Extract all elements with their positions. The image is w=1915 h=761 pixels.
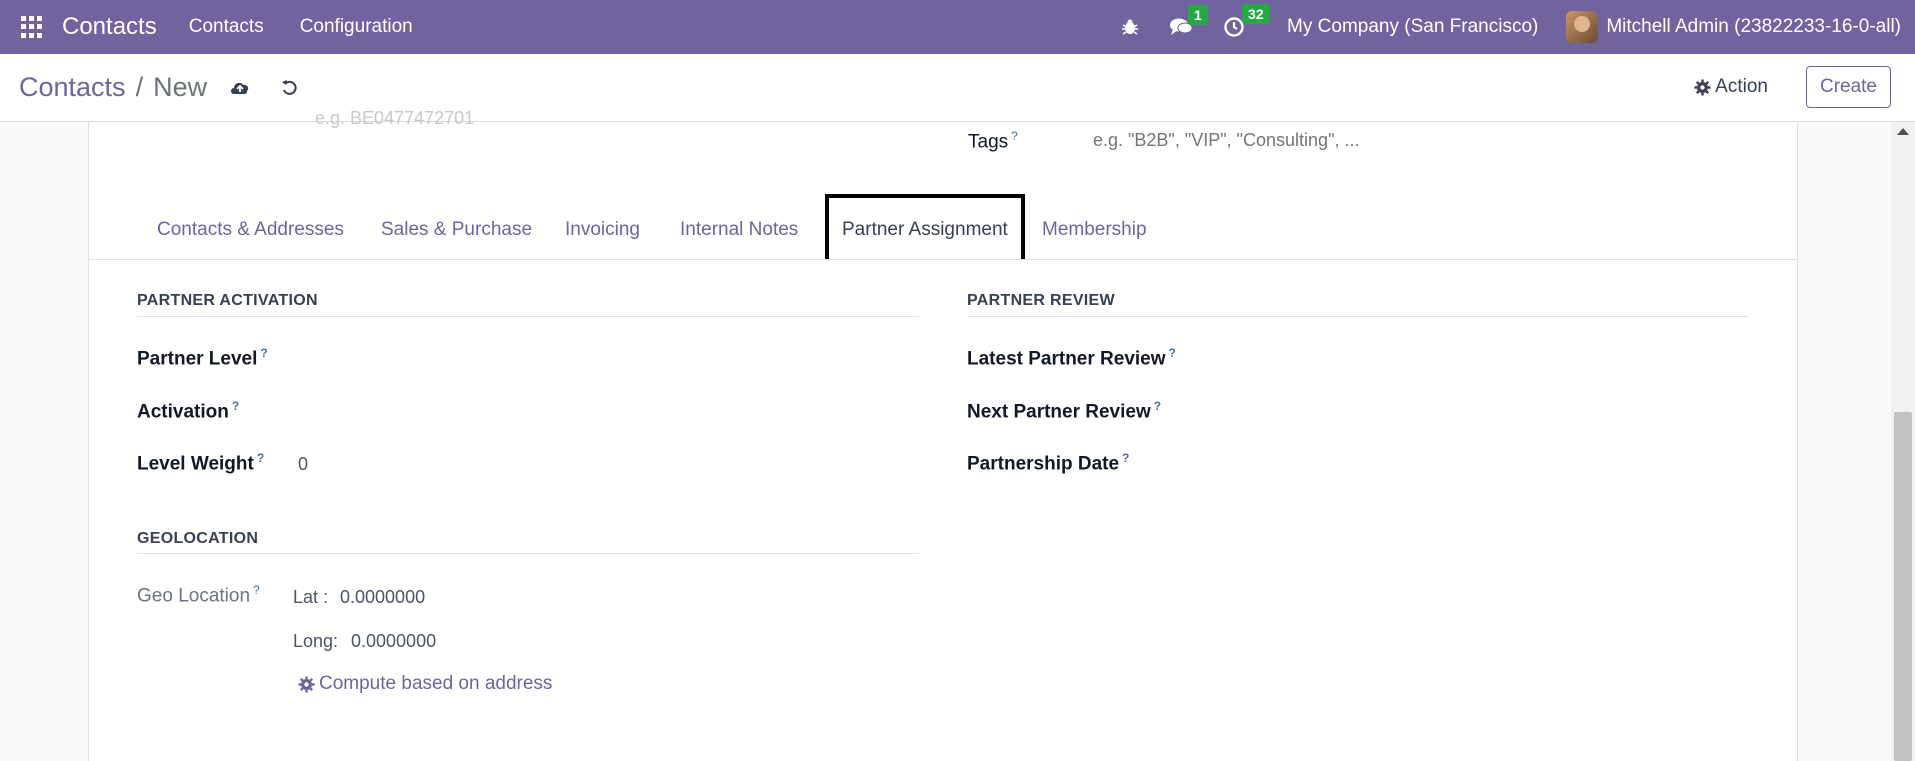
nav-configuration[interactable]: Configuration: [300, 16, 413, 38]
create-button[interactable]: Create: [1805, 66, 1891, 108]
activities-count-badge: 32: [1242, 4, 1270, 24]
partner-level-label: Partner Level?: [137, 346, 268, 370]
apps-menu-icon[interactable]: [21, 16, 43, 38]
scroll-up-arrow-icon[interactable]: [1897, 128, 1909, 135]
latitude-value[interactable]: 0.0000000: [340, 587, 425, 608]
help-icon[interactable]: ?: [232, 399, 239, 413]
tab-membership[interactable]: Membership: [1042, 194, 1147, 260]
compute-label: Compute based on address: [319, 673, 553, 694]
breadcrumb-contacts-link[interactable]: Contacts: [19, 72, 126, 103]
section-divider: [137, 553, 919, 554]
messages-count-badge: 1: [1188, 5, 1208, 25]
partner-review-heading: PARTNER REVIEW: [967, 292, 1115, 309]
debug-bug-icon[interactable]: [1121, 18, 1139, 36]
latest-partner-review-label: Latest Partner Review?: [967, 346, 1176, 370]
next-partner-review-label: Next Partner Review?: [967, 399, 1162, 423]
activation-label: Activation?: [137, 399, 240, 423]
help-icon[interactable]: ?: [253, 583, 260, 597]
scroll-thumb[interactable]: [1894, 412, 1912, 761]
top-navbar: Contacts Contacts Configuration 1 32 My …: [0, 0, 1915, 54]
app-brand[interactable]: Contacts: [62, 13, 157, 41]
tags-label: Tags?: [968, 129, 1018, 153]
longitude-value[interactable]: 0.0000000: [351, 631, 436, 652]
help-icon[interactable]: ?: [1169, 346, 1176, 360]
user-name: Mitchell Admin (23822233-16-0-all): [1606, 16, 1901, 37]
tab-invoicing[interactable]: Invoicing: [565, 194, 640, 260]
geolocation-heading: GEOLOCATION: [137, 530, 259, 547]
user-menu[interactable]: Mitchell Admin (23822233-16-0-all): [1566, 11, 1901, 43]
control-panel: Contacts / New Action Create: [0, 54, 1915, 122]
avatar: [1566, 11, 1599, 43]
nav-contacts[interactable]: Contacts: [189, 16, 264, 38]
company-switcher[interactable]: My Company (San Francisco): [1287, 16, 1538, 38]
discard-undo-icon[interactable]: [281, 79, 299, 97]
breadcrumb-separator: /: [135, 72, 144, 102]
action-button[interactable]: Action: [1694, 76, 1768, 98]
partnership-date-label: Partnership Date?: [967, 451, 1130, 475]
compute-based-on-address-button[interactable]: Compute based on address: [298, 673, 552, 695]
activities-clock-icon[interactable]: 32: [1223, 4, 1270, 38]
action-label: Action: [1715, 76, 1768, 97]
breadcrumb-current: New: [153, 72, 208, 102]
help-icon[interactable]: ?: [257, 451, 264, 465]
tags-help-icon[interactable]: ?: [1011, 129, 1018, 143]
level-weight-label: Level Weight?: [137, 451, 265, 475]
tab-sales-purchase[interactable]: Sales & Purchase: [381, 194, 532, 260]
tab-partner-assignment[interactable]: Partner Assignment: [825, 194, 1025, 259]
messages-icon[interactable]: 1: [1169, 5, 1208, 37]
longitude-label: Long:: [293, 631, 339, 651]
partner-activation-heading: PARTNER ACTIVATION: [137, 292, 318, 309]
form-tabs: Contacts & Addresses Sales & Purchase In…: [89, 194, 1797, 260]
help-icon[interactable]: ?: [1122, 451, 1129, 465]
level-weight-field[interactable]: 0: [298, 454, 308, 475]
section-divider: [967, 316, 1749, 317]
section-divider: [137, 316, 919, 317]
latitude-label: Lat :: [293, 587, 329, 607]
help-icon[interactable]: ?: [260, 346, 267, 360]
gear-icon: [1694, 79, 1711, 95]
tab-contacts-addresses[interactable]: Contacts & Addresses: [157, 194, 344, 260]
tags-input[interactable]: [1093, 130, 1433, 151]
vat-placeholder-cut: e.g. BE0477472701: [315, 108, 475, 128]
geo-location-label: Geo Location?: [137, 583, 260, 607]
vertical-scrollbar[interactable]: [1891, 122, 1915, 761]
breadcrumb: Contacts / New: [19, 72, 207, 103]
form-sheet: e.g. BE0477472701 Tags? Contacts & Addre…: [88, 108, 1798, 761]
help-icon[interactable]: ?: [1154, 399, 1161, 413]
save-cloud-icon[interactable]: [229, 79, 251, 97]
gear-icon: [298, 676, 315, 692]
tab-internal-notes[interactable]: Internal Notes: [680, 194, 798, 260]
